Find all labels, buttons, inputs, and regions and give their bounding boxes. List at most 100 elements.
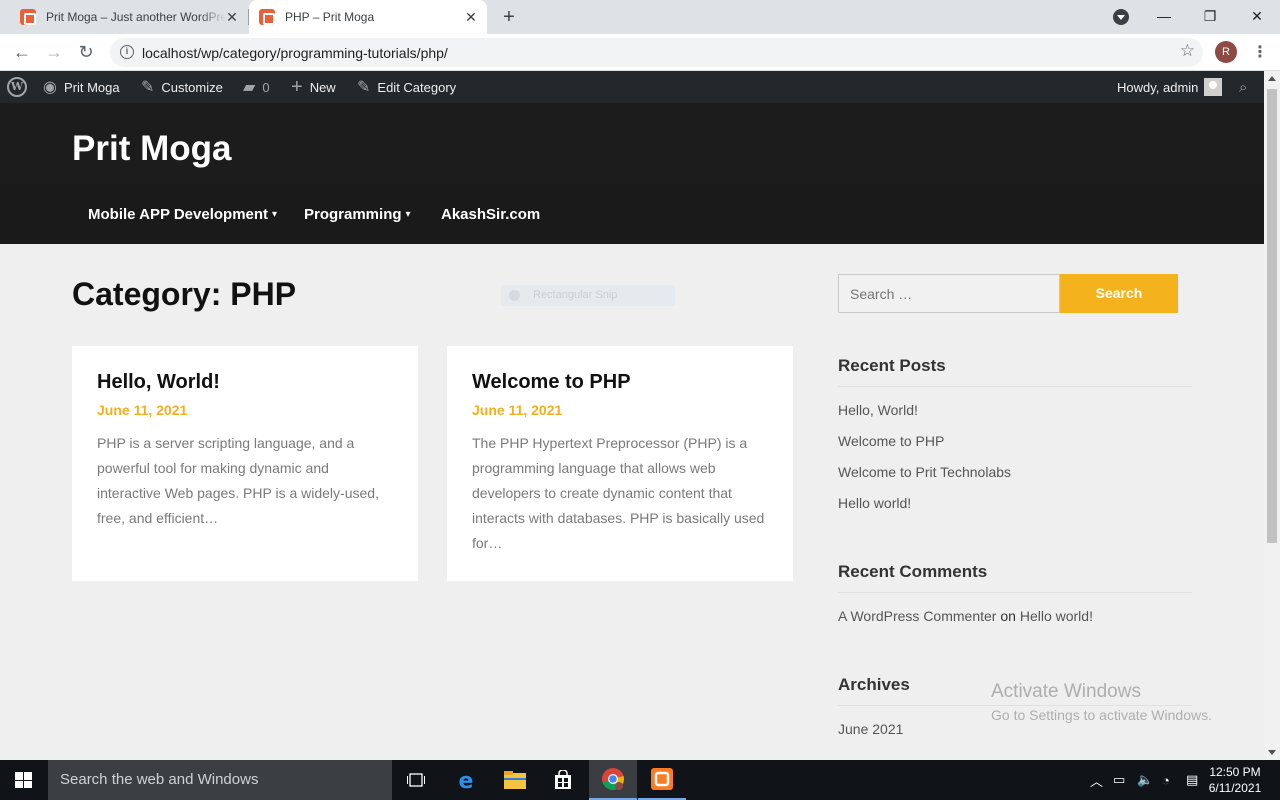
svg-text:e: e [459,769,474,791]
tab-close-icon[interactable]: ✕ [224,9,240,25]
url-text[interactable]: localhost/wp/category/programming-tutori… [142,45,448,61]
recent-post-link[interactable]: Welcome to PHP [838,433,944,449]
admin-bar-account[interactable]: Howdy, admin [1117,71,1223,103]
post-excerpt: PHP is a server scripting language, and … [97,435,379,526]
volume-icon[interactable]: 🔈 [1137,760,1153,800]
howdy-label: Howdy, admin [1117,79,1199,95]
comment-author-link[interactable]: A WordPress Commenter [838,608,996,624]
page-title: Category: PHP [72,276,296,313]
edit-category-label: Edit Category [377,79,457,95]
edge-browser-icon[interactable]: e [442,760,490,800]
action-center-icon[interactable]: ▤ [1186,760,1198,800]
browser-tab-strip: Prit Moga – Just another WordPress site … [0,0,1280,34]
menu-item-programming[interactable]: Programming ▾ [304,206,411,223]
admin-bar-site-name[interactable]: ◉ Prit Moga [43,71,120,103]
browser-toolbar: ← → ↻ i localhost/wp/category/programmin… [0,34,1280,71]
new-tab-button[interactable]: + [498,6,520,28]
comment-on-text: on [1000,608,1016,624]
address-bar[interactable]: i localhost/wp/category/programming-tuto… [110,38,1203,67]
tab-search-icon[interactable] [1113,9,1129,25]
scroll-down-arrow-icon[interactable] [1268,750,1276,755]
store-icon[interactable] [539,760,587,800]
minimize-button[interactable]: — [1141,0,1187,34]
task-view-icon[interactable] [392,760,440,800]
activate-windows-watermark: Activate Windows Go to Settings to activ… [991,681,1212,723]
taskbar-clock[interactable]: 12:50 PM 6/11/2021 [1208,764,1262,796]
admin-bar-new[interactable]: + New [291,71,336,103]
clock-date: 6/11/2021 [1208,781,1262,795]
post-excerpt: The PHP Hypertext Preprocessor (PHP) is … [472,435,765,551]
menu-item-label: Mobile APP Development [88,206,269,223]
plus-icon: + [291,75,303,98]
taskbar-search-box[interactable]: Search the web and Windows [48,760,392,800]
windows-taskbar: Search the web and Windows e ︿ ▭ 🔈 ◔ ▤ 1… [0,760,1280,800]
admin-bar-customize[interactable]: ✎ Customize [141,71,223,103]
page-title-value: PHP [230,276,297,312]
activate-windows-subtitle: Go to Settings to activate Windows. [991,707,1212,723]
activate-windows-title: Activate Windows [991,681,1141,702]
browser-menu-icon[interactable]: ⋮ [1252,44,1268,62]
new-label: New [309,79,336,95]
paintbrush-icon: ✎ [141,79,155,96]
primary-menu: Mobile APP Development ▾ Programming ▾ A… [0,184,1264,244]
admin-bar-comments[interactable]: ▰ 0 [243,71,270,103]
sidebar-search-button[interactable]: Search [1060,274,1178,313]
forward-arrow-icon[interactable]: → [42,40,66,64]
admin-bar-search-icon[interactable]: ⌕ [1239,71,1247,103]
post-date[interactable]: June 11, 2021 [472,402,768,418]
site-title[interactable]: Prit Moga [72,129,231,169]
site-header: Prit Moga Mobile APP Development ▾ Progr… [0,103,1264,244]
clock-time: 12:50 PM [1209,765,1261,779]
archive-link[interactable]: June 2021 [838,721,903,737]
show-hidden-icons-chevron-icon[interactable]: ︿ [1090,760,1103,800]
site-name-label: Prit Moga [63,79,120,95]
chevron-down-icon: ▾ [405,209,411,220]
restore-button[interactable]: ❐ [1187,0,1233,34]
menu-item-mobile-app[interactable]: Mobile APP Development ▾ [88,206,277,223]
menu-item-akashsir[interactable]: AkashSir.com [441,206,540,223]
recent-posts-heading: Recent Posts [838,356,1192,387]
post-card: Hello, World! June 11, 2021 PHP is a ser… [72,346,418,581]
tab-php-active[interactable]: PHP – Prit Moga ✕ [249,0,487,34]
snip-tool-overlay: Rectangular Snip [501,285,675,306]
post-date[interactable]: June 11, 2021 [97,402,393,418]
tab-title: Prit Moga – Just another WordPress site [46,10,226,24]
back-arrow-icon[interactable]: ← [10,40,34,64]
site-info-icon[interactable]: i [120,45,134,59]
bookmark-star-icon[interactable]: ☆ [1180,41,1195,61]
wp-admin-bar: W ◉ Prit Moga ✎ Customize ▰ 0 + New ✎ Ed… [0,71,1264,103]
battery-icon[interactable]: ▭ [1113,760,1125,800]
scrollbar-thumb[interactable] [1267,89,1277,543]
sidebar-search-input[interactable] [838,274,1060,313]
scroll-up-arrow-icon[interactable] [1268,76,1276,81]
tab-prit-moga-home[interactable]: Prit Moga – Just another WordPress site … [12,0,248,34]
recent-post-link[interactable]: Welcome to Prit Technolabs [838,464,1011,480]
tab-close-icon[interactable]: ✕ [463,9,479,25]
recent-comments-heading: Recent Comments [838,562,1192,593]
post-title[interactable]: Hello, World! [97,371,393,394]
post-title[interactable]: Welcome to PHP [472,371,768,394]
admin-bar-edit-category[interactable]: ✎ Edit Category [357,71,456,103]
recent-comment-item: A WordPress Commenter on Hello world! [838,608,1093,624]
profile-avatar[interactable]: R [1215,41,1237,63]
xampp-favicon-icon [259,9,275,25]
windows-logo-icon [15,772,32,788]
page-title-prefix: Category: [72,276,222,312]
tab-title: PHP – Prit Moga [285,10,375,24]
comment-post-link[interactable]: Hello world! [1020,608,1093,624]
reload-icon[interactable]: ↻ [74,40,98,64]
customize-label: Customize [161,79,223,95]
window-close-button[interactable]: ✕ [1234,0,1280,34]
start-button[interactable] [0,760,48,800]
page-scrollbar[interactable] [1264,71,1280,760]
recent-post-link[interactable]: Hello, World! [838,402,918,418]
recent-post-link[interactable]: Hello world! [838,495,911,511]
wordpress-logo-icon[interactable]: W [7,71,27,103]
xampp-icon[interactable] [638,760,686,800]
file-explorer-icon[interactable] [491,760,539,800]
network-icon[interactable]: ◔ [1162,760,1170,800]
post-card: Welcome to PHP June 11, 2021 The PHP Hyp… [447,346,793,581]
wp-logo-mark: W [7,77,27,97]
chevron-down-icon: ▾ [272,209,278,220]
chrome-icon[interactable] [589,760,637,800]
